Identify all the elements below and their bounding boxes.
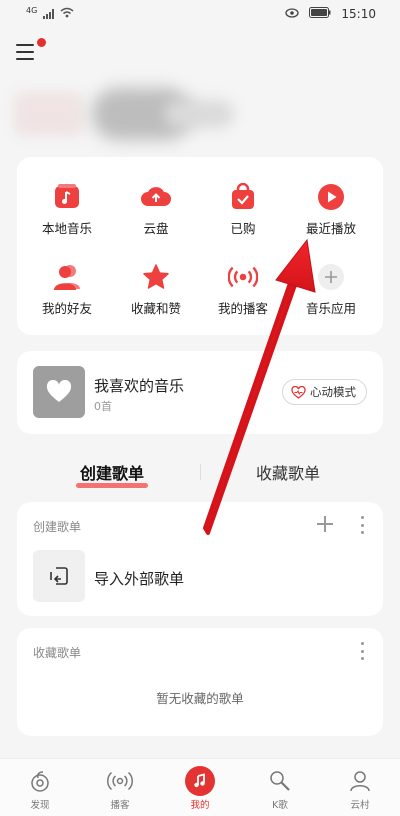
quick-access-card: 本地音乐 云盘 已购 最近播放 我的好友 收藏和赞 我的播客 音乐应用 (17, 157, 383, 335)
nav-mine[interactable]: 我的 (170, 765, 230, 811)
user-profile-blurred[interactable] (14, 88, 234, 140)
user-level-blurred (164, 100, 234, 128)
menu-icon-line (16, 58, 34, 60)
created-playlists-header: 创建歌单 (33, 520, 82, 534)
more-options-icon[interactable] (357, 642, 367, 660)
liked-music-title: 我喜欢的音乐 (94, 377, 185, 395)
heart-mode-button[interactable]: 心动模式 (282, 379, 367, 405)
import-playlist-thumb[interactable] (33, 550, 85, 602)
friends-icon (52, 262, 82, 292)
eye-icon (285, 7, 300, 21)
created-playlists-card: 创建歌单 导入外部歌单 (17, 502, 383, 616)
heart-mode-icon (291, 385, 306, 399)
status-right: 15:10 (285, 7, 376, 21)
purchased-bag-icon (228, 182, 258, 212)
quick-access-cloud[interactable]: 云盘 (116, 182, 196, 237)
heart-mode-label: 心动模式 (310, 385, 356, 399)
signal-icon (43, 9, 55, 19)
notification-dot (37, 38, 46, 47)
music-note-icon (185, 766, 215, 796)
cloud-upload-icon (141, 182, 171, 212)
liked-music-cover (33, 366, 85, 418)
status-bar: 4G 15:10 (0, 0, 400, 28)
quick-access-friends[interactable]: 我的好友 (27, 262, 107, 317)
recent-play-icon (316, 182, 346, 212)
quick-access-purchased[interactable]: 已购 (203, 182, 283, 237)
nav-label: K歌 (272, 800, 288, 811)
status-left: 4G (26, 5, 74, 21)
star-icon (141, 262, 171, 292)
more-options-icon[interactable] (357, 516, 367, 534)
quick-access-label: 我的好友 (41, 301, 92, 316)
community-icon (330, 765, 390, 797)
quick-access-label: 最近播放 (305, 221, 356, 236)
nav-label: 播客 (110, 800, 130, 811)
nav-mine-icon-wrap (170, 765, 230, 797)
add-playlist-icon[interactable] (315, 514, 335, 534)
active-tab-underline (76, 483, 149, 488)
menu-icon-line (16, 51, 34, 53)
menu-button[interactable] (16, 38, 46, 62)
tab-collected-playlists[interactable]: 收藏歌单 (256, 460, 320, 484)
wifi-icon (60, 7, 74, 21)
quick-access-label: 云盘 (143, 221, 169, 236)
nav-karaoke[interactable]: K歌 (250, 765, 310, 811)
quick-access-podcast[interactable]: 我的播客 (203, 262, 283, 317)
clock: 15:10 (341, 7, 376, 21)
tab-created-playlists[interactable]: 创建歌单 (76, 460, 149, 488)
nav-label: 发现 (30, 800, 50, 811)
local-music-icon (52, 182, 82, 212)
quick-access-label: 收藏和赞 (130, 301, 181, 316)
battery-icon (309, 7, 331, 21)
liked-music-card[interactable]: 我喜欢的音乐 0首 心动模式 (17, 351, 383, 434)
quick-access-recent-play[interactable]: 最近播放 (291, 182, 371, 237)
quick-access-label: 我的播客 (217, 301, 268, 316)
quick-access-label: 本地音乐 (41, 221, 92, 236)
quick-access-label: 已购 (230, 221, 256, 236)
tab-divider (200, 464, 201, 480)
add-app-icon (316, 262, 346, 292)
liked-music-count: 0首 (94, 400, 112, 413)
nav-label: 云村 (350, 800, 370, 811)
heart-icon (46, 380, 72, 402)
tab-created-label: 创建歌单 (80, 464, 145, 483)
collected-playlists-card: 收藏歌单 暂无收藏的歌单 (17, 628, 383, 736)
network-label: 4G (26, 5, 38, 15)
import-icon (50, 567, 68, 585)
quick-access-music-apps[interactable]: 音乐应用 (291, 262, 371, 317)
quick-access-favorites[interactable]: 收藏和赞 (116, 262, 196, 317)
menu-icon (16, 44, 34, 46)
collected-playlists-header: 收藏歌单 (33, 646, 82, 660)
podcast-broadcast-icon (228, 262, 258, 292)
bottom-nav: 发现 播客 我的 K歌 云村 (0, 758, 400, 816)
nav-discover[interactable]: 发现 (10, 765, 70, 811)
discover-icon (10, 765, 70, 797)
nav-podcast[interactable]: 播客 (90, 765, 150, 811)
tab-collected-label: 收藏歌单 (256, 464, 321, 483)
avatar (14, 92, 84, 136)
nav-community[interactable]: 云村 (330, 765, 390, 811)
quick-access-local-music[interactable]: 本地音乐 (27, 182, 107, 237)
nav-label: 我的 (190, 800, 210, 811)
import-playlist-label[interactable]: 导入外部歌单 (94, 568, 184, 589)
quick-access-label: 音乐应用 (305, 301, 356, 316)
empty-state-text: 暂无收藏的歌单 (156, 691, 244, 706)
playlist-tabs: 创建歌单 收藏歌单 (0, 456, 400, 492)
podcast-icon (90, 765, 150, 797)
karaoke-icon (250, 765, 310, 797)
